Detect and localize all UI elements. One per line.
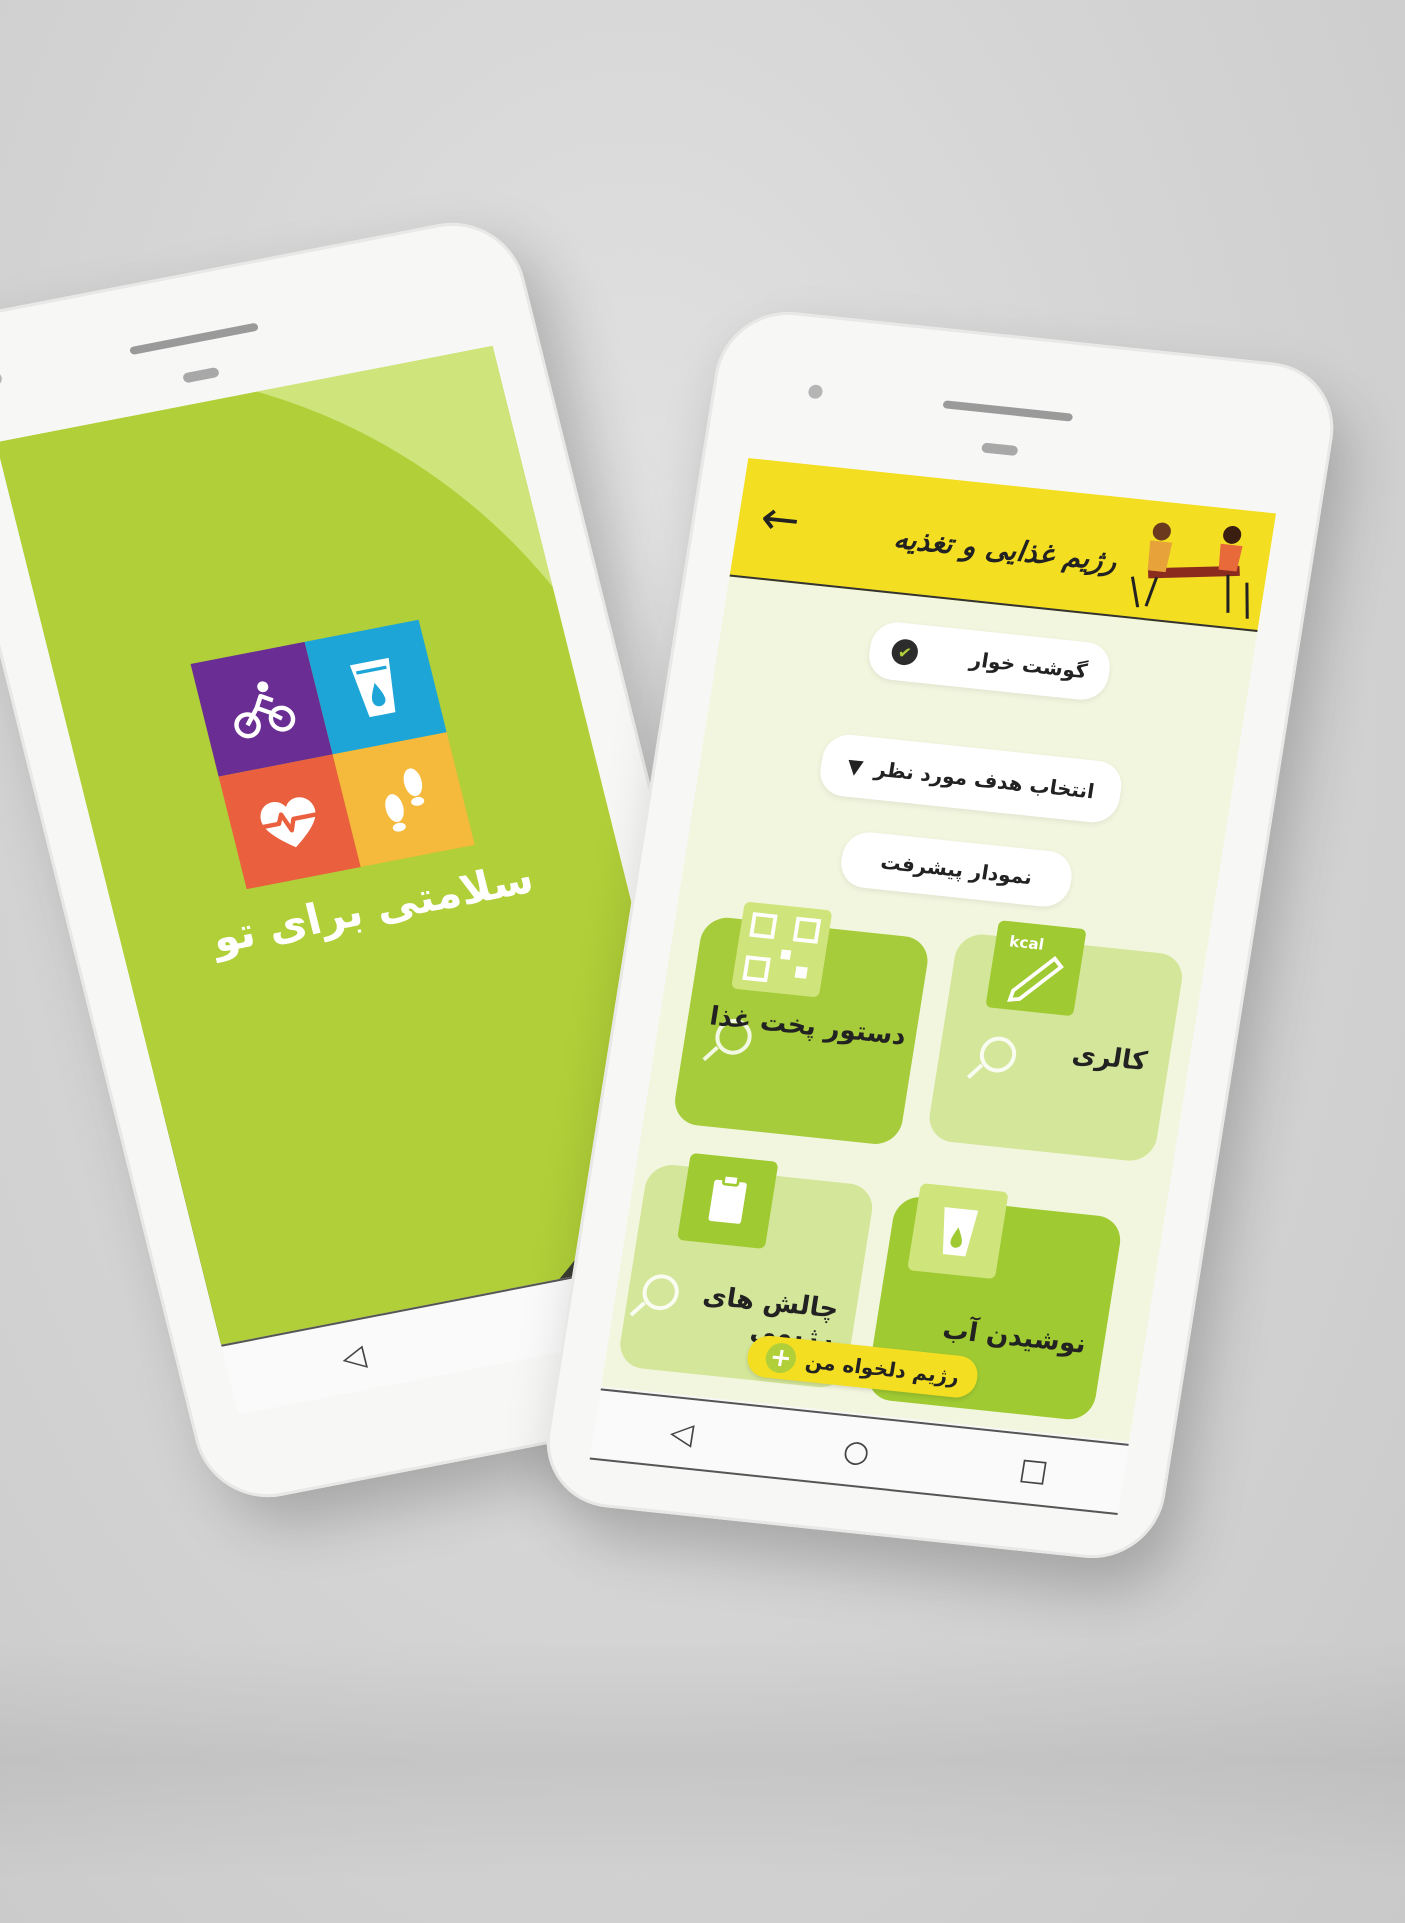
front-camera [807,384,824,400]
clipboard-icon [708,1173,747,1224]
speaker-grille [942,400,1074,422]
earpiece [981,442,1019,457]
app-header: ← رژیم غذایی و تغذیه [729,457,1277,632]
heart-pulse-icon [260,797,318,848]
calorie-label: کالری [1069,1039,1149,1077]
nav-back-icon[interactable]: ◁ [338,1338,369,1376]
qr-code-icon [742,912,822,983]
nav-recent-icon[interactable]: □ [1017,1451,1051,1489]
water-icon-box [907,1183,1009,1280]
back-arrow-icon[interactable]: ← [757,490,804,547]
pencil-icon: kcal [1007,932,1064,1002]
floor-shadow [0,1640,1405,1880]
progress-chart-label: نمودار پیشرفت [879,849,1034,890]
nav-home-icon[interactable]: ○ [841,1433,873,1470]
challenge-icon-box [677,1152,779,1249]
check-icon: ✔ [889,637,920,667]
goal-select[interactable]: انتخاب هدف مورد نظر ▼ [816,732,1126,825]
recipe-icon-box [731,901,833,998]
my-diet-label: رژیم دلخواه من [803,1348,961,1389]
front-camera [0,370,4,387]
water-label: نوشیدن آب [940,1315,1089,1360]
dining-people-illustration [1121,506,1267,620]
cycling-icon [234,681,296,739]
plus-icon: + [763,1341,799,1375]
progress-chart-button[interactable]: نمودار پیشرفت [837,829,1076,910]
diet-screen: ← رژیم غذایی و تغذیه گوشت خوار ✔ انتخاب … [601,457,1277,1442]
calorie-card[interactable]: kcal کالری [925,920,1186,1164]
recipe-card[interactable]: دستور پخت غذا [671,901,932,1147]
diet-type-label: گوشت خوار [968,647,1089,684]
water-glass-icon [942,1207,979,1257]
caret-down-icon: ▼ [845,753,865,780]
speaker-grille [129,322,259,356]
page-title: رژیم غذایی و تغذیه [891,521,1120,578]
kcal-badge: kcal [1008,932,1045,953]
phone-diet-app: ← رژیم غذایی و تغذیه گوشت خوار ✔ انتخاب … [536,305,1344,1565]
diet-type-toggle[interactable]: گوشت خوار ✔ [865,619,1114,703]
earpiece [182,366,220,384]
nav-back-icon[interactable]: ◁ [668,1415,696,1452]
calorie-icon-box: kcal [985,920,1087,1017]
footprints-icon [385,768,425,832]
search-icon [977,1034,1019,1075]
goal-select-label: انتخاب هدف مورد نظر [872,756,1097,804]
water-glass-icon [349,657,396,718]
